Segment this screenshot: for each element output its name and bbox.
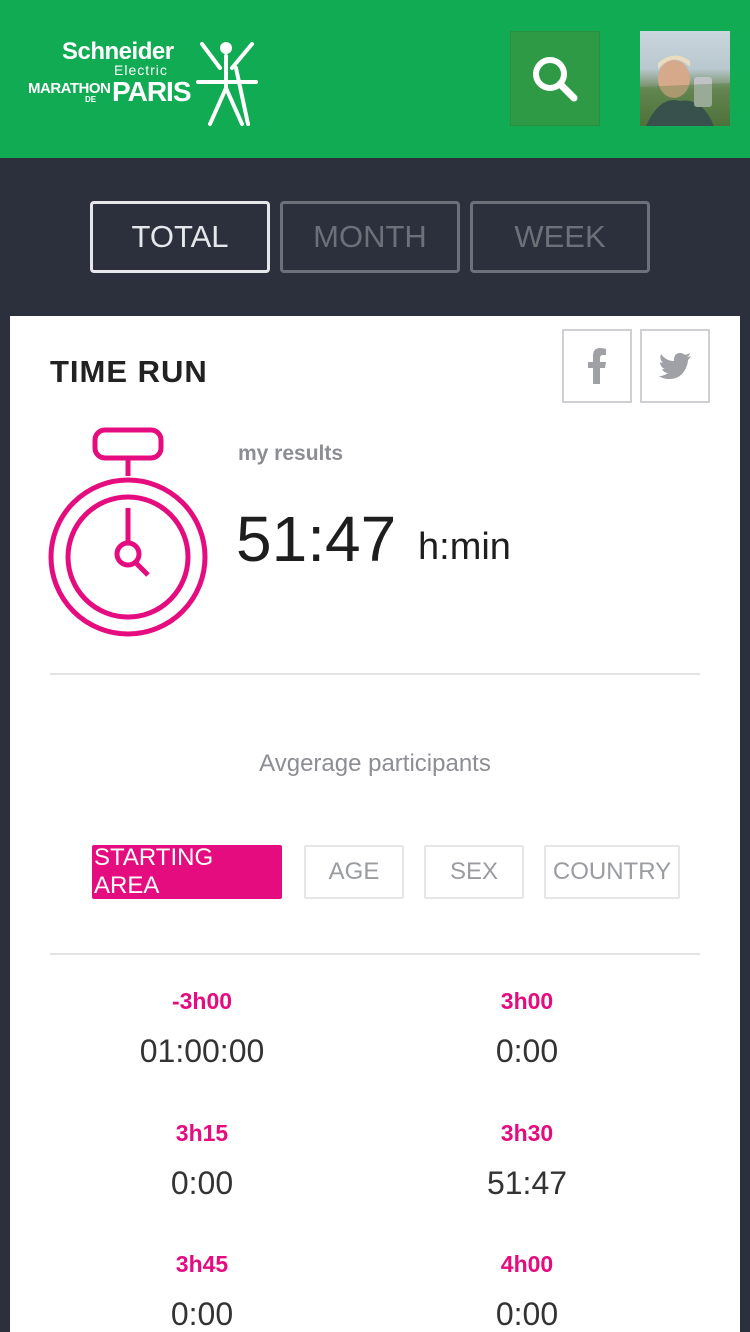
my-results-unit: h:min xyxy=(418,526,511,568)
card-title: TIME RUN xyxy=(50,354,208,389)
divider xyxy=(50,673,700,675)
my-results-label: my results xyxy=(238,442,344,465)
grid-cell-value: 51:47 xyxy=(486,1165,568,1201)
search-button[interactable] xyxy=(510,31,600,126)
average-participants-label: Avgerage participants xyxy=(259,750,491,777)
grid-cell: 4h00 0:00 xyxy=(377,1251,677,1332)
grid-cell-value: 01:00:00 xyxy=(139,1033,265,1069)
divider xyxy=(50,953,700,955)
twitter-icon xyxy=(659,353,691,379)
facebook-share-button[interactable] xyxy=(562,329,632,403)
tab-month[interactable]: MONTH xyxy=(280,201,460,273)
filter-country[interactable]: COUNTRY xyxy=(544,845,680,899)
grid-cell: -3h00 01:00:00 xyxy=(52,988,352,1070)
facebook-icon xyxy=(588,348,606,384)
grid-cell-value: 0:00 xyxy=(170,1165,234,1201)
logo-line-5: PARIS xyxy=(112,76,191,107)
marathon-logo[interactable]: Schneider Electric MARATHON DE PARIS xyxy=(28,38,268,130)
grid-cell-key: 3h30 xyxy=(500,1120,554,1146)
grid-cell: 3h45 0:00 xyxy=(52,1251,352,1332)
app-header: Schneider Electric MARATHON DE PARIS xyxy=(0,0,750,158)
filter-sex[interactable]: SEX xyxy=(424,845,524,899)
search-icon xyxy=(533,56,578,101)
grid-cell-value: 0:00 xyxy=(170,1296,234,1332)
tab-total[interactable]: TOTAL xyxy=(90,201,270,273)
stopwatch-icon xyxy=(48,427,208,637)
twitter-share-button[interactable] xyxy=(640,329,710,403)
filter-age[interactable]: AGE xyxy=(304,845,404,899)
grid-cell-value: 0:00 xyxy=(495,1033,559,1069)
grid-cell-key: -3h00 xyxy=(171,988,233,1014)
my-results-value: 51:47 xyxy=(236,503,397,575)
user-avatar[interactable] xyxy=(640,31,730,126)
logo-line-4: DE xyxy=(85,95,97,104)
grid-cell-key: 3h00 xyxy=(500,988,554,1014)
grid-cell: 3h30 51:47 xyxy=(377,1120,677,1202)
grid-cell-key: 3h15 xyxy=(175,1120,229,1146)
grid-cell: 3h00 0:00 xyxy=(377,988,677,1070)
tab-week[interactable]: WEEK xyxy=(470,201,650,273)
time-run-card: TIME RUN my results 51:47 h:min Avgerage… xyxy=(10,316,740,1332)
grid-cell-key: 4h00 xyxy=(500,1251,554,1277)
filter-starting-area[interactable]: STARTING AREA xyxy=(92,844,282,899)
grid-cell-key: 3h45 xyxy=(175,1251,229,1277)
runner-logo-icon xyxy=(196,42,258,126)
avatar-photo xyxy=(640,55,730,126)
logo-line-3: MARATHON xyxy=(28,80,111,97)
grid-cell: 3h15 0:00 xyxy=(52,1120,352,1202)
grid-cell-value: 0:00 xyxy=(495,1296,559,1332)
